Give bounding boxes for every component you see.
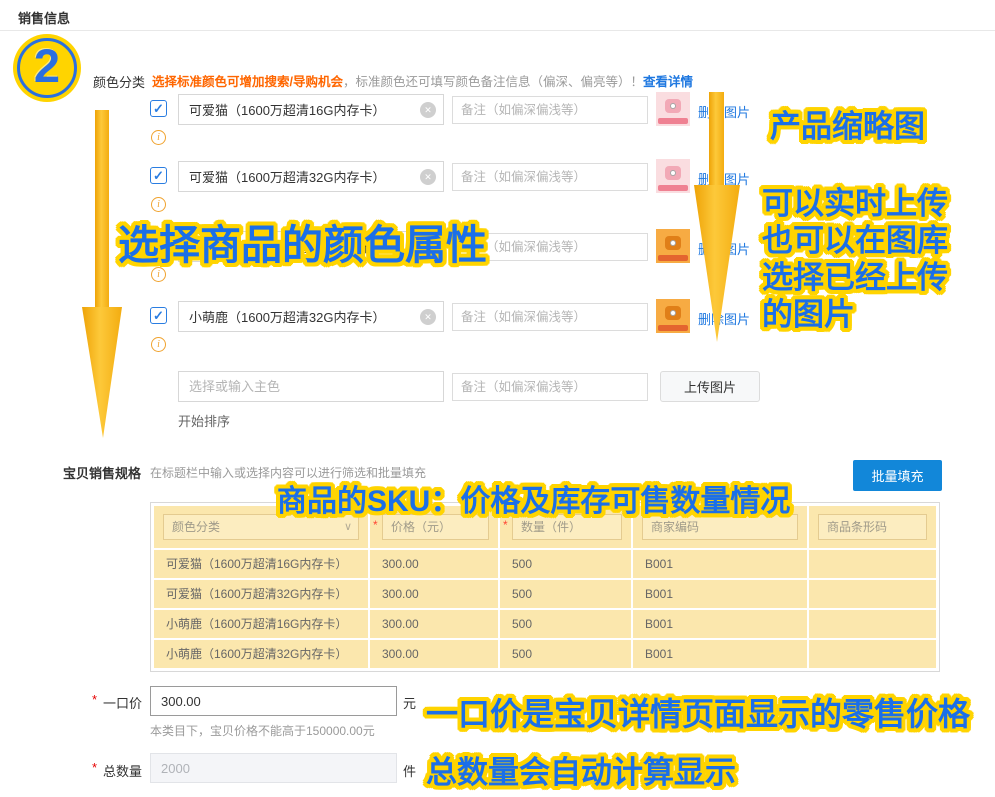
check-icon: ✓ <box>153 308 164 323</box>
arrow-down-right <box>690 92 744 344</box>
thumbnail-lens <box>670 170 676 176</box>
spec-section-label: 宝贝销售规格 <box>63 463 141 482</box>
sku-cell-barcode[interactable] <box>809 580 936 608</box>
arrow-down-left <box>78 110 126 440</box>
section-title: 销售信息 <box>18 8 70 27</box>
sku-cell-price[interactable]: 300.00 <box>370 640 498 668</box>
divider <box>0 30 995 31</box>
sku-cell-merchant-code[interactable]: B001 <box>633 550 807 578</box>
total-quantity-input <box>150 753 397 783</box>
clear-icon[interactable]: ✕ <box>420 102 436 118</box>
info-icon: i <box>151 130 166 145</box>
thumbnail-lens <box>670 310 676 316</box>
annotation-thumbnail-line4: 的图片 <box>762 289 855 334</box>
sku-cell-quantity[interactable]: 500 <box>500 580 631 608</box>
header-label: 数量（件） <box>521 520 581 534</box>
thumbnail-banner <box>658 185 688 191</box>
quantity-unit: 件 <box>403 761 416 780</box>
thumbnail-lens <box>670 240 676 246</box>
header-label: 商品条形码 <box>827 520 887 534</box>
product-thumbnail[interactable] <box>656 92 690 126</box>
price-label: 一口价 <box>103 693 142 712</box>
batch-fill-button[interactable]: 批量填充 <box>853 460 942 491</box>
thumbnail-banner <box>658 118 688 124</box>
clear-icon[interactable]: ✕ <box>420 169 436 185</box>
sku-cell-color[interactable]: 可爱猫（1600万超清32G内存卡） <box>154 580 368 608</box>
price-unit: 元 <box>403 693 416 712</box>
sku-cell-barcode[interactable] <box>809 610 936 638</box>
sku-cell-barcode[interactable] <box>809 640 936 668</box>
sku-cell-color[interactable]: 小萌鹿（1600万超清16G内存卡） <box>154 610 368 638</box>
check-icon: ✓ <box>153 101 164 116</box>
sku-cell-color[interactable]: 可爱猫（1600万超清16G内存卡） <box>154 550 368 578</box>
sku-cell-merchant-code[interactable]: B001 <box>633 640 807 668</box>
annotation-quantity: 总数量会自动计算显示 <box>426 747 736 792</box>
check-icon: ✓ <box>153 168 164 183</box>
barcode-filter[interactable]: 商品条形码 <box>818 514 927 540</box>
sku-cell-merchant-code[interactable]: B001 <box>633 610 807 638</box>
main-color-input[interactable] <box>178 371 444 402</box>
price-input[interactable] <box>150 686 397 716</box>
color-name-input[interactable] <box>178 301 444 332</box>
color-name-input[interactable] <box>178 161 444 192</box>
annotation-sku: 商品的SKU：价格及库存可售数量情况 <box>277 476 790 520</box>
annotation-color-attribute: 选择商品的颜色属性 <box>118 211 487 271</box>
info-icon: i <box>151 337 166 352</box>
product-thumbnail[interactable] <box>656 299 690 333</box>
sku-table: 颜色分类 ∨ * 价格（元） * 数量（件） 商家编码 商品条形码 可爱猫（16… <box>150 502 940 672</box>
required-asterisk: * <box>503 518 508 532</box>
sku-cell-quantity[interactable]: 500 <box>500 550 631 578</box>
thumbnail-lens <box>670 103 676 109</box>
price-hint: 本类目下，宝贝价格不能高于150000.00元 <box>150 722 375 739</box>
sku-cell-merchant-code[interactable]: B001 <box>633 580 807 608</box>
annotation-thumbnail-title: 产品缩略图 <box>770 101 925 146</box>
info-icon: i <box>151 197 166 212</box>
thumbnail-banner <box>658 255 688 261</box>
header-label: 颜色分类 <box>172 520 220 534</box>
sort-hint[interactable]: 开始排序 <box>178 411 230 430</box>
badge-number: 2 <box>13 38 81 93</box>
product-thumbnail[interactable] <box>656 229 690 263</box>
sku-cell-color[interactable]: 小萌鹿（1600万超清32G内存卡） <box>154 640 368 668</box>
sku-cell-price[interactable]: 300.00 <box>370 580 498 608</box>
annotation-price: 一口价是宝贝详情页面显示的零售价格 <box>426 689 970 735</box>
remark-input[interactable] <box>452 96 648 124</box>
sku-cell-barcode[interactable] <box>809 550 936 578</box>
remark-input[interactable] <box>452 303 648 331</box>
color-hint-line: 选择标准颜色可增加搜索/导购机会，标准颜色还可填写颜色备注信息（偏深、偏亮等）！… <box>152 71 693 90</box>
color-checkbox[interactable]: ✓ <box>150 100 167 117</box>
product-thumbnail[interactable] <box>656 159 690 193</box>
sku-cell-price[interactable]: 300.00 <box>370 610 498 638</box>
color-checkbox[interactable]: ✓ <box>150 167 167 184</box>
header-cell-barcode: 商品条形码 <box>809 506 936 548</box>
color-name-input[interactable] <box>178 94 444 125</box>
required-asterisk: * <box>373 518 378 532</box>
step-2-badge: 2 <box>13 34 81 102</box>
view-details-link[interactable]: 查看详情 <box>643 75 693 89</box>
required-asterisk: * <box>92 760 97 775</box>
clear-icon[interactable]: ✕ <box>420 309 436 325</box>
thumbnail-banner <box>658 325 688 331</box>
sales-info-page: 销售信息 2 颜色分类 选择标准颜色可增加搜索/导购机会，标准颜色还可填写颜色备… <box>0 0 995 797</box>
header-label: 价格（元） <box>391 520 451 534</box>
color-category-label: 颜色分类 <box>93 72 145 91</box>
sku-cell-quantity[interactable]: 500 <box>500 640 631 668</box>
color-hint-rest: ，标准颜色还可填写颜色备注信息（偏深、偏亮等）！ <box>343 75 643 89</box>
sku-cell-price[interactable]: 300.00 <box>370 550 498 578</box>
upload-image-button[interactable]: 上传图片 <box>660 371 760 402</box>
sku-cell-quantity[interactable]: 500 <box>500 610 631 638</box>
quantity-label: 总数量 <box>103 761 142 780</box>
color-hint-strong: 选择标准颜色可增加搜索/导购机会 <box>152 75 343 89</box>
color-checkbox[interactable]: ✓ <box>150 307 167 324</box>
header-label: 商家编码 <box>651 520 699 534</box>
remark-input[interactable] <box>452 373 648 401</box>
required-asterisk: * <box>92 692 97 707</box>
remark-input[interactable] <box>452 163 648 191</box>
